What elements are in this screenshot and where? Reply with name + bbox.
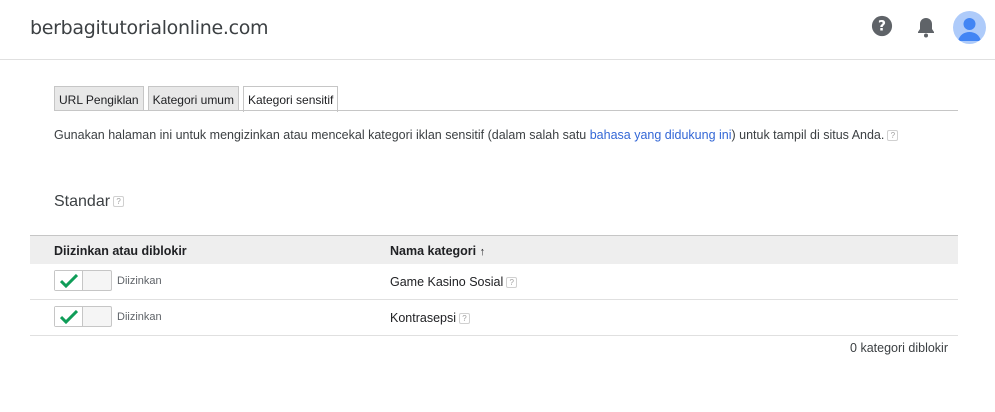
status-label: Diizinkan <box>117 275 162 287</box>
allow-toggle[interactable] <box>54 270 112 291</box>
supported-languages-link[interactable]: bahasa yang didukung ini <box>590 128 732 142</box>
table-row: Diizinkan Game Kasino Sosial? <box>30 264 958 300</box>
help-question-icon[interactable]: ? <box>887 130 899 142</box>
column-category[interactable]: Nama kategori ↑ <box>390 244 485 258</box>
table-header: Diizinkan atau diblokir Nama kategori ↑ <box>30 235 958 264</box>
top-header: berbagitutorialonline.com ? <box>0 0 995 60</box>
column-category-label: Nama kategori <box>390 244 477 258</box>
description-text: Gunakan halaman ini untuk mengizinkan at… <box>54 128 590 142</box>
section-title: Standar? <box>54 193 125 211</box>
tab-kategori-umum[interactable]: Kategori umum <box>147 86 239 111</box>
tab-bar: URL Pengiklan Kategori umum Kategori sen… <box>54 86 339 112</box>
table-row: Diizinkan Kontrasepsi? <box>30 300 958 336</box>
category-name-text: Kontrasepsi <box>390 311 457 325</box>
allow-toggle[interactable] <box>54 306 112 327</box>
blocked-count: 0 kategori diblokir <box>850 341 948 355</box>
account-avatar[interactable] <box>953 11 986 44</box>
checkmark-icon <box>55 271 83 290</box>
checkmark-icon <box>55 307 83 326</box>
column-status[interactable]: Diizinkan atau diblokir <box>54 244 187 258</box>
bell-icon[interactable] <box>914 15 938 39</box>
category-name: Game Kasino Sosial? <box>390 275 518 289</box>
site-title: berbagitutorialonline.com <box>30 17 269 39</box>
category-name-text: Game Kasino Sosial <box>390 275 504 289</box>
svg-text:?: ? <box>878 19 886 35</box>
category-name: Kontrasepsi? <box>390 311 471 325</box>
tab-url-pengiklan[interactable]: URL Pengiklan <box>54 86 144 111</box>
help-question-icon[interactable]: ? <box>459 313 471 325</box>
tab-kategori-sensitif[interactable]: Kategori sensitif <box>242 86 339 112</box>
page-description: Gunakan halaman ini untuk mengizinkan at… <box>54 128 899 142</box>
tab-divider <box>54 110 958 111</box>
sort-arrow-icon: ↑ <box>479 246 486 258</box>
description-text-end: ) untuk tampil di situs Anda. <box>731 128 885 142</box>
help-icon[interactable]: ? <box>870 14 894 38</box>
status-label: Diizinkan <box>117 311 162 323</box>
help-question-icon[interactable]: ? <box>113 196 125 208</box>
help-question-icon[interactable]: ? <box>506 277 518 289</box>
section-title-text: Standar <box>54 193 111 210</box>
